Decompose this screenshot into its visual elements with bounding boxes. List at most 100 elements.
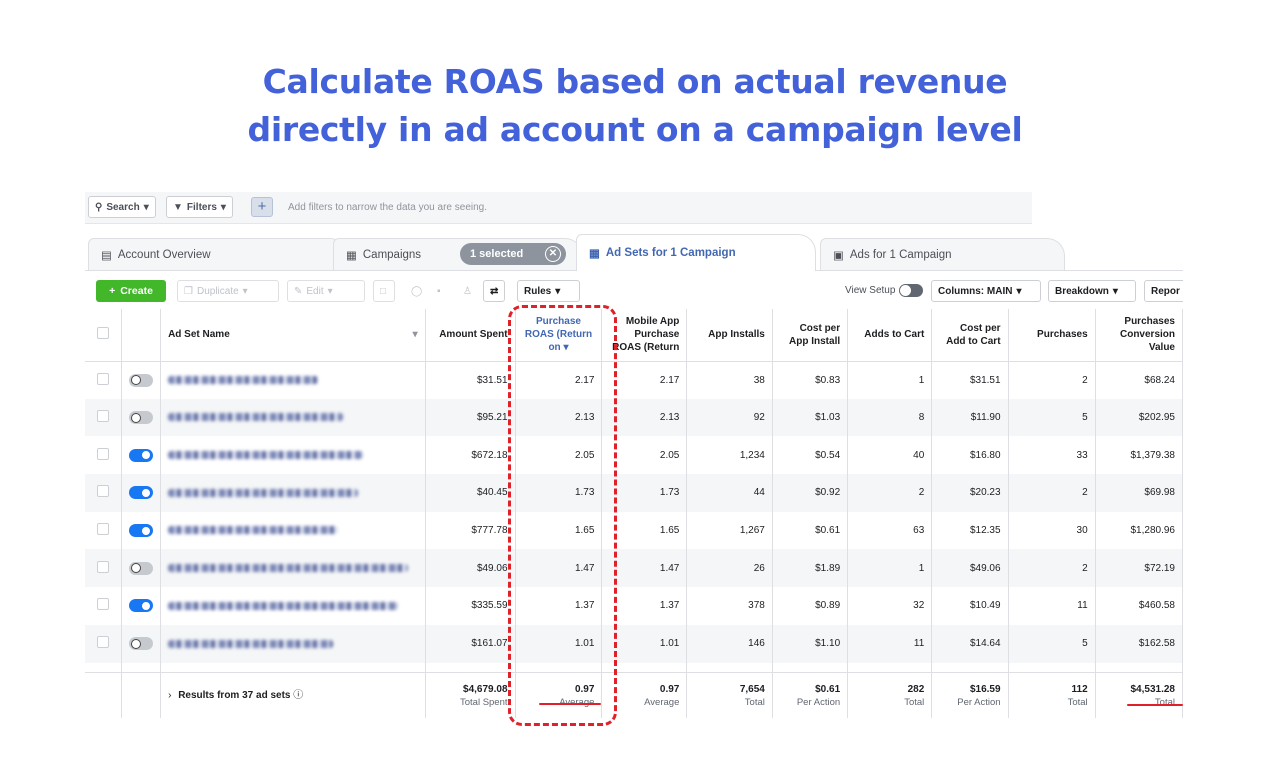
ad-set-name-redacted[interactable] [168, 488, 359, 497]
delivery-toggle[interactable] [129, 486, 154, 500]
delivery-toggle-cell[interactable] [121, 587, 162, 625]
row-checkbox-cell[interactable] [85, 624, 123, 663]
duplicate-button[interactable]: ❐ Duplicate ▾ [177, 280, 279, 302]
select-all-checkbox-cell[interactable] [85, 309, 123, 362]
row-checkbox-cell[interactable] [85, 511, 123, 550]
select-all-checkbox[interactable] [97, 326, 110, 339]
row-checkbox[interactable] [97, 372, 110, 385]
duplicate-icon: ❐ [184, 285, 193, 297]
tab-ad-sets[interactable]: ▦ Ad Sets for 1 Campaign [576, 234, 816, 271]
row-checkbox-cell[interactable] [85, 549, 123, 588]
delivery-toggle[interactable] [129, 448, 154, 462]
row-checkbox[interactable] [97, 598, 110, 611]
preview-icon[interactable]: ⇄ [483, 280, 505, 302]
ad-set-name-cell[interactable] [160, 361, 426, 399]
ad-set-name-cell[interactable] [160, 398, 426, 437]
reports-button[interactable]: Repor [1144, 280, 1183, 302]
filters-button[interactable]: ▼ Filters ▾ [166, 196, 233, 218]
row-checkbox[interactable] [97, 447, 110, 460]
delivery-toggle[interactable] [129, 524, 154, 538]
delivery-toggle[interactable] [129, 561, 154, 575]
row-checkbox-cell[interactable] [85, 436, 123, 475]
column-header-purchase-roas[interactable]: Purchase ROAS (Return on ▾ [515, 309, 603, 362]
column-header-app-installs[interactable]: App Installs [686, 309, 773, 362]
view-setup-toggle[interactable]: View Setup [845, 284, 924, 297]
breakdown-button[interactable]: Breakdown ▾ [1048, 280, 1136, 302]
ad-set-name-redacted[interactable] [168, 564, 409, 573]
row-checkbox-cell[interactable] [85, 398, 123, 437]
ad-set-name-cell[interactable] [160, 549, 426, 588]
level-tabs: ▤ Account Overview ▦ Campaigns 1 selecte… [85, 232, 1183, 271]
edit-button[interactable]: ✎ Edit ▾ [287, 280, 365, 302]
rules-button[interactable]: Rules ▾ [517, 280, 580, 302]
delivery-toggle-cell[interactable] [121, 549, 162, 588]
table-row[interactable]: $672.18 2.05 2.05 1,234 $0.54 40 $16.80 33 $1,37… [85, 436, 1183, 475]
ad-set-name-cell[interactable] [160, 436, 426, 475]
delivery-toggle-cell[interactable] [121, 511, 162, 550]
column-header-purchases[interactable]: Purchases [1008, 309, 1096, 362]
table-row[interactable]: $49.06 1.47 1.47 26 $1.89 1 $49.06 2 $72.19 [85, 549, 1183, 588]
delivery-toggle-cell[interactable] [121, 474, 162, 512]
row-checkbox[interactable] [97, 410, 110, 423]
ab-test-icon[interactable]: ♙ [457, 280, 479, 302]
sort-icon[interactable]: ▾ [413, 328, 418, 341]
row-checkbox-cell[interactable] [85, 361, 123, 399]
row-checkbox[interactable] [97, 485, 110, 498]
delivery-toggle[interactable] [129, 599, 154, 613]
column-header-cost-per-install[interactable]: Cost per App Install [772, 309, 849, 362]
ad-set-name-cell[interactable] [160, 511, 426, 550]
column-header-name[interactable]: Ad Set Name ▾ [160, 309, 426, 362]
ad-set-name-redacted[interactable] [168, 451, 364, 460]
selected-count-pill[interactable]: 1 selected ✕ [460, 243, 566, 265]
table-row[interactable]: $31.51 2.17 2.17 38 $0.83 1 $31.51 2 $68.24 [85, 361, 1183, 399]
table-row[interactable]: $335.59 1.37 1.37 378 $0.89 32 $10.49 11 $460.58 [85, 587, 1183, 625]
column-header-cost-per-add-to-cart[interactable]: Cost per Add to Cart [931, 309, 1009, 362]
ad-set-name-redacted[interactable] [168, 526, 339, 535]
row-checkbox[interactable] [97, 636, 110, 649]
add-filter-button[interactable]: + [251, 197, 273, 217]
table-row[interactable]: $40.45 1.73 1.73 44 $0.92 2 $20.23 2 $69.98 [85, 474, 1183, 512]
cell-pcv: $69.98 [1095, 474, 1183, 512]
search-button[interactable]: ⚲ Search ▾ [88, 196, 156, 218]
ad-set-name-cell[interactable] [160, 474, 426, 512]
plus-icon: + [109, 285, 116, 297]
table-row[interactable]: $161.07 1.01 1.01 146 $1.10 11 $14.64 5 $162.58 [85, 624, 1183, 663]
chevron-down-icon: ▾ [555, 285, 561, 297]
delivery-toggle-cell[interactable] [121, 398, 162, 437]
clipboard-icon[interactable]: □ [373, 280, 395, 302]
cell-amount: $672.18 [425, 436, 516, 475]
ad-set-name-redacted[interactable] [168, 375, 319, 384]
columns-button[interactable]: Columns: MAIN ▾ [931, 280, 1041, 302]
refresh-icon[interactable]: ◯ [405, 280, 427, 302]
table-row[interactable]: $777.78 1.65 1.65 1,267 $0.61 63 $12.35 30 $1,28… [85, 511, 1183, 550]
ad-set-name-redacted[interactable] [168, 639, 334, 648]
row-checkbox-cell[interactable] [85, 587, 123, 625]
clear-selection-icon[interactable]: ✕ [545, 246, 561, 262]
ad-set-name-cell[interactable] [160, 624, 426, 663]
table-row[interactable]: $95.21 2.13 2.13 92 $1.03 8 $11.90 5 $202.95 [85, 398, 1183, 437]
highlight-underline-value [1127, 704, 1183, 706]
delivery-toggle-cell[interactable] [121, 361, 162, 399]
delivery-toggle[interactable] [129, 373, 154, 387]
column-header-adds-to-cart[interactable]: Adds to Cart [847, 309, 933, 362]
delivery-toggle-cell[interactable] [121, 436, 162, 475]
row-checkbox-cell[interactable] [85, 474, 123, 512]
tab-ads[interactable]: ▣ Ads for 1 Campaign [820, 238, 1065, 270]
delivery-toggle[interactable] [129, 411, 154, 425]
toggle-switch[interactable] [899, 284, 924, 297]
column-header-mobile-roas[interactable]: Mobile App Purchase ROAS (Return [601, 309, 688, 362]
row-checkbox[interactable] [97, 560, 110, 573]
tab-account-overview[interactable]: ▤ Account Overview [88, 238, 348, 270]
trash-icon[interactable]: ▪ [431, 280, 453, 302]
info-icon[interactable]: ⓘ [293, 690, 303, 701]
column-header-purchases-value[interactable]: Purchases Conversion Value [1095, 309, 1183, 362]
ad-set-name-cell[interactable] [160, 587, 426, 625]
ad-set-name-redacted[interactable] [168, 413, 344, 422]
column-header-amount-spent[interactable]: Amount Spent [425, 309, 516, 362]
ad-set-name-redacted[interactable] [168, 601, 399, 610]
row-checkbox[interactable] [97, 523, 110, 536]
results-summary[interactable]: › Results from 37 ad sets ⓘ [160, 672, 426, 718]
create-button[interactable]: + Create [96, 280, 166, 302]
delivery-toggle-cell[interactable] [121, 624, 162, 663]
delivery-toggle[interactable] [129, 637, 154, 651]
